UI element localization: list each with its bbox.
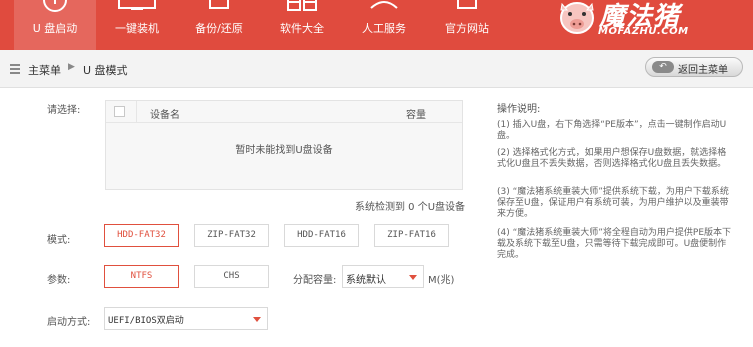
alloc-capacity-select[interactable]: 系统默认 [342, 265, 424, 288]
param-option-ntfs[interactable]: NTFS [104, 265, 179, 288]
nav-one-click-install[interactable]: 一键装机 [96, 0, 178, 50]
nav-label: 备份/还原 [195, 22, 243, 35]
mode-option-hdd-fat16[interactable]: HDD-FAT16 [284, 224, 359, 247]
nav-software[interactable]: 软件大全 [261, 0, 343, 50]
alloc-capacity-value: 系统默认 [346, 275, 386, 286]
device-empty-message: 暂时未能找到U盘设备 [235, 145, 333, 156]
breadcrumb-current: U 盘模式 [83, 64, 128, 77]
nav-label: 人工服务 [362, 22, 406, 35]
nav-label: 官方网站 [445, 22, 489, 35]
breadcrumb: 主菜单 ▶ U 盘模式 [0, 50, 753, 88]
nav-backup-restore[interactable]: 备份/还原 [178, 0, 260, 50]
top-navigation-bar: U 盘启动 一键装机 备份/还原 软件大全 人工服务 官方网站 魔法猪 MOFA… [0, 0, 753, 50]
mode-option-zip-fat32[interactable]: ZIP-FAT32 [194, 224, 269, 247]
chevron-down-icon [253, 317, 261, 322]
nav-official-site[interactable]: 官方网站 [426, 0, 508, 50]
backup-icon [209, 0, 229, 9]
mode-label: 模式: [47, 235, 71, 246]
device-count-status: 系统检测到 0 个U盘设备 [355, 202, 466, 213]
pig-mascot-icon [560, 2, 594, 34]
back-button-label: 返回主菜单 [678, 65, 728, 76]
back-arrow-icon: ↶ [652, 61, 674, 73]
column-device-name: 设备名 [150, 110, 180, 121]
device-table: 设备名 容量 暂时未能找到U盘设备 [105, 100, 463, 190]
mode-option-zip-fat16[interactable]: ZIP-FAT16 [374, 224, 449, 247]
alloc-capacity-label: 分配容量: [293, 275, 337, 286]
usb-icon [43, 0, 67, 12]
param-option-chs[interactable]: CHS [194, 265, 269, 288]
nav-manual-service[interactable]: 人工服务 [343, 0, 425, 50]
home-icon [457, 0, 477, 9]
boot-mode-label: 启动方式: [47, 317, 91, 328]
params-label: 参数: [47, 275, 71, 286]
select-all-checkbox[interactable] [114, 106, 125, 117]
help-step-4: (4) “魔法猪系统重装大师”将全程自动为用户提供PE版本下载及系统下载至U盘，… [497, 228, 732, 260]
monitor-icon [118, 0, 156, 10]
menu-icon [10, 64, 20, 74]
nav-label: U 盘启动 [32, 22, 78, 35]
apps-icon [287, 0, 317, 11]
nav-usb-boot[interactable]: U 盘启动 [14, 0, 96, 50]
device-table-header: 设备名 容量 [106, 101, 462, 123]
help-title: 操作说明: [497, 104, 541, 115]
device-select-label: 请选择: [47, 105, 81, 116]
person-icon [370, 1, 398, 9]
column-divider [136, 101, 137, 123]
column-capacity: 容量 [406, 110, 426, 121]
boot-mode-select[interactable]: UEFI/BIOS双启动 [104, 307, 268, 330]
chevron-down-icon [409, 275, 417, 280]
logo-domain: MOFAZHU.COM [598, 26, 689, 37]
help-step-2: (2) 选择格式化方式，如果用户想保存U盘数据，就选择格式化U盘且不丢失数据，否… [497, 148, 727, 169]
breadcrumb-home[interactable]: 主菜单 [28, 62, 61, 78]
breadcrumb-separator-icon: ▶ [68, 62, 75, 72]
brand-logo: 魔法猪 MOFAZHU.COM [553, 0, 753, 50]
help-step-3: (3) “魔法猪系统重装大师”提供系统下载，为用户下载系统保存至U盘，保证用户有… [497, 187, 729, 219]
back-to-main-menu-button[interactable]: ↶ 返回主菜单 [645, 57, 743, 77]
nav-label: 一键装机 [115, 22, 159, 35]
boot-mode-value: UEFI/BIOS双启动 [108, 316, 184, 326]
alloc-unit-label: M(兆) [428, 275, 455, 286]
help-step-1: (1) 插入U盘，右下角选择“PE版本”，点击一键制作启动U盘。 [497, 120, 727, 141]
mode-option-hdd-fat32[interactable]: HDD-FAT32 [104, 224, 179, 247]
nav-label: 软件大全 [280, 22, 324, 35]
